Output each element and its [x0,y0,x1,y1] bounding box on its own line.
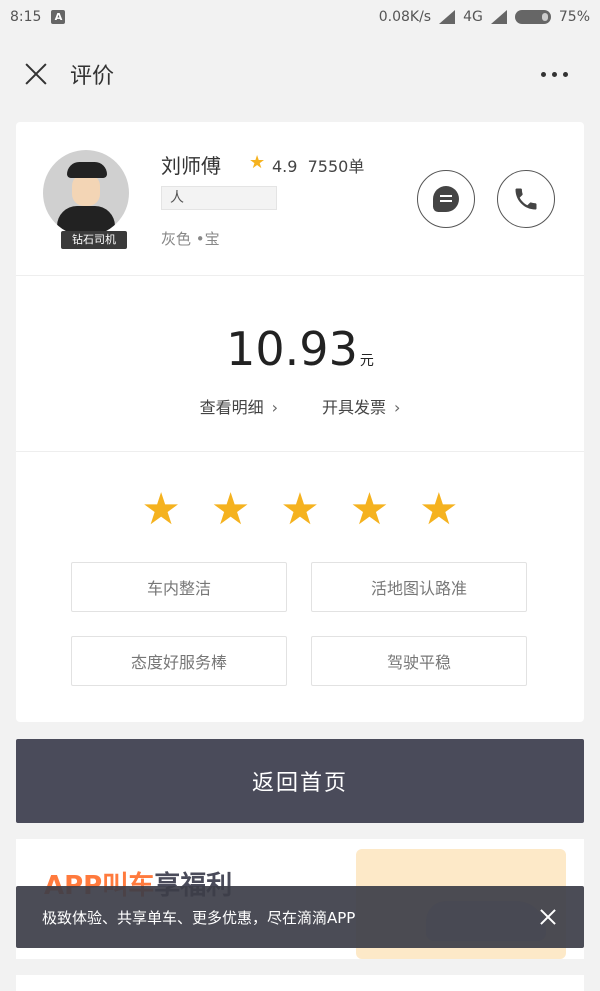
issue-invoice-link[interactable]: 开具发票 › [322,394,400,418]
bottom-card [16,975,584,991]
star-3[interactable]: ★ [280,488,319,532]
phone-icon [512,185,540,213]
more-options-icon[interactable] [541,71,578,77]
nav-bar: 评价 [0,34,600,114]
chevron-right-icon: › [394,398,401,417]
tag-clean-car[interactable]: 车内整洁 [71,562,287,612]
page-title: 评价 [70,64,115,89]
rating-star-icon: ★ [249,152,266,173]
license-plate: 人 [161,186,277,210]
message-button[interactable] [417,170,475,228]
return-home-button[interactable]: 返回首页 [16,739,584,823]
promo-toast: 极致体验、共享单车、更多优惠，尽在滴滴APP [16,886,584,948]
fare-amount: 10.93 元 [226,322,374,376]
chat-bubble-icon [433,186,459,212]
chevron-right-icon: › [271,398,278,417]
diamond-driver-badge: 钻石司机 [61,231,127,249]
star-4[interactable]: ★ [350,488,389,532]
toast-text: 极致体验、共享单车、更多优惠，尽在滴滴APP [42,908,356,927]
star-2[interactable]: ★ [211,488,250,532]
cell-signal-icon [490,10,507,24]
trip-card: 钻石司机 刘师傅 ★ 4.9 7550单 人 灰色 •宝 10.93 元 查看明细… [16,122,584,722]
status-bar: 8:15 A 0.08K/s 4G 75% [0,0,600,34]
rating-stars: ★ ★ ★ ★ ★ [16,488,584,532]
tag-smooth-driving[interactable]: 驾驶平稳 [311,636,527,686]
car-description: 灰色 •宝 [161,230,220,248]
driver-avatar [43,150,129,236]
status-time: 8:15 [10,9,42,25]
wifi-signal-icon [439,10,456,24]
driver-rating: 4.9 7550单 [272,157,365,176]
battery-icon [514,10,551,24]
tag-knows-routes[interactable]: 活地图认路准 [311,562,527,612]
a-notification-icon: A [51,10,66,24]
driver-name: 刘师傅 [161,154,221,178]
network-type: 4G [463,9,483,25]
view-details-link[interactable]: 查看明细 › [200,394,278,418]
close-icon[interactable] [538,907,558,927]
close-icon[interactable] [22,60,50,88]
call-button[interactable] [497,170,555,228]
star-5[interactable]: ★ [419,488,458,532]
tag-good-service[interactable]: 态度好服务棒 [71,636,287,686]
fare-section: 10.93 元 查看明细 › 开具发票 › [16,276,584,452]
battery-level: 75% [558,9,590,25]
network-speed: 0.08K/s [378,9,432,25]
star-1[interactable]: ★ [141,488,180,532]
driver-info: 钻石司机 刘师傅 ★ 4.9 7550单 人 灰色 •宝 [16,122,584,276]
fare-links: 查看明细 › 开具发票 › [16,394,584,418]
